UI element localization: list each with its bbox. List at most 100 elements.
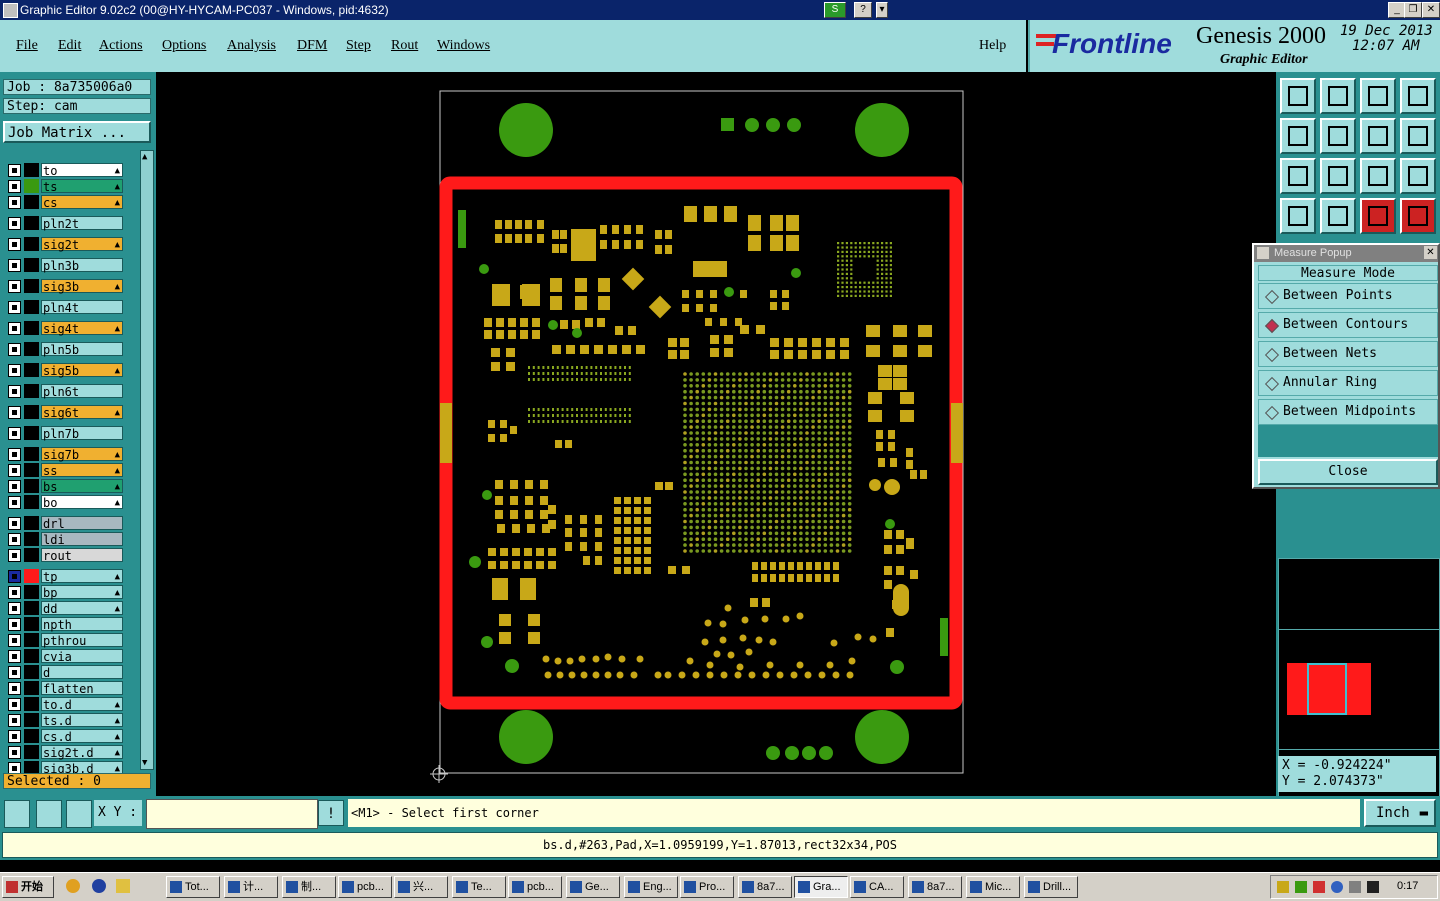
tray-pen-icon[interactable]	[1277, 881, 1289, 893]
measure-popup-titlebar[interactable]: Measure Popup ✕	[1254, 245, 1438, 262]
menu-edit[interactable]: Edit	[58, 38, 81, 54]
layer-name[interactable]: cs ▲	[41, 195, 123, 210]
layer-name[interactable]: d	[41, 665, 123, 680]
menu-actions[interactable]: Actions	[99, 38, 143, 54]
menu-options[interactable]: Options	[162, 38, 206, 54]
layer-row-pln2t[interactable]: pln2t	[8, 216, 124, 231]
layer-color-swatch[interactable]	[24, 548, 39, 562]
menu-step[interactable]: Step	[346, 38, 371, 54]
layer-row-pln7b[interactable]: pln7b	[8, 426, 124, 441]
tray-app-icon[interactable]	[1349, 881, 1361, 893]
layer-name[interactable]: sig5b ▲	[41, 363, 123, 378]
layer-row-cvia[interactable]: cvia	[8, 649, 124, 664]
layer-row-drl[interactable]: drl	[8, 516, 124, 531]
popup-close-icon[interactable]: ✕	[1424, 246, 1437, 259]
pan-right-icon[interactable]	[1320, 118, 1356, 154]
task-button[interactable]: CA...	[850, 876, 904, 898]
tray-network-icon[interactable]	[1313, 881, 1325, 893]
layer-name[interactable]: sig6t ▲	[41, 405, 123, 420]
layer-name[interactable]: ldi	[41, 532, 123, 547]
s-tray-icon[interactable]: S	[824, 2, 846, 18]
layer-color-swatch[interactable]	[24, 237, 39, 251]
layer-color-swatch[interactable]	[24, 216, 39, 230]
layer-color-swatch[interactable]	[24, 617, 39, 631]
layer-color-swatch[interactable]	[24, 665, 39, 679]
layer-checkbox[interactable]	[8, 618, 21, 631]
layer-name[interactable]: ts ▲	[41, 179, 123, 194]
start-button[interactable]: 开始	[2, 876, 54, 898]
scroll-down-icon[interactable]: ▼	[142, 758, 147, 768]
layer-row-to[interactable]: to ▲	[8, 163, 124, 178]
measure-close-button[interactable]: Close	[1258, 459, 1438, 485]
layer-name[interactable]: cs.d ▲	[41, 729, 123, 744]
layer-color-swatch[interactable]	[24, 279, 39, 293]
alert-icon[interactable]: !	[318, 800, 344, 826]
layer-name[interactable]: cvia	[41, 649, 123, 664]
layer-row-cs[interactable]: cs ▲	[8, 195, 124, 210]
task-button[interactable]: 8a7...	[908, 876, 962, 898]
layer-row-bo[interactable]: bo ▲	[8, 495, 124, 510]
layer-row-npth[interactable]: npth	[8, 617, 124, 632]
snap-icon[interactable]	[4, 800, 30, 828]
board-alt-icon[interactable]	[1400, 198, 1436, 234]
layer-name[interactable]: ts.d ▲	[41, 713, 123, 728]
layer-name[interactable]: flatten	[41, 681, 123, 696]
layer-row-pln5b[interactable]: pln5b	[8, 342, 124, 357]
task-button[interactable]: Gra...	[794, 876, 848, 898]
task-button[interactable]: 制...	[282, 876, 336, 898]
layer-row-bs[interactable]: bs ▲	[8, 479, 124, 494]
layer-color-swatch[interactable]	[24, 585, 39, 599]
layer-color-swatch[interactable]	[24, 300, 39, 314]
layer-row-sig4t[interactable]: sig4t ▲	[8, 321, 124, 336]
layer-color-swatch[interactable]	[24, 405, 39, 419]
tray-tool-icon[interactable]	[1295, 881, 1307, 893]
layer-checkbox[interactable]	[8, 682, 21, 695]
measure-option-between-contours[interactable]: Between Contours	[1258, 312, 1438, 338]
layer-color-swatch[interactable]	[24, 713, 39, 727]
fit-all-icon[interactable]	[1280, 158, 1316, 194]
layer-color-swatch[interactable]	[24, 447, 39, 461]
layer-name[interactable]: bs ▲	[41, 479, 123, 494]
task-button[interactable]: Tot...	[166, 876, 220, 898]
layer-checkbox[interactable]	[8, 517, 21, 530]
layer-name[interactable]: pthrou	[41, 633, 123, 648]
layer-row-d[interactable]: d	[8, 665, 124, 680]
menu-help[interactable]: Help	[979, 38, 1006, 54]
menu-analysis[interactable]: Analysis	[227, 38, 276, 54]
menu-rout[interactable]: Rout	[391, 38, 418, 54]
task-button[interactable]: Ge...	[566, 876, 620, 898]
layer-row-sig5b[interactable]: sig5b ▲	[8, 363, 124, 378]
layer-color-swatch[interactable]	[24, 601, 39, 615]
layer-color-swatch[interactable]	[24, 179, 39, 193]
layer-row-sig7b[interactable]: sig7b ▲	[8, 447, 124, 462]
layer-name[interactable]: dd ▲	[41, 601, 123, 616]
layer-row-sig6t[interactable]: sig6t ▲	[8, 405, 124, 420]
task-button[interactable]: 8a7...	[738, 876, 792, 898]
layer-checkbox[interactable]	[8, 570, 21, 583]
layer-color-swatch[interactable]	[24, 363, 39, 377]
zigzag-icon[interactable]	[1400, 118, 1436, 154]
layer-name[interactable]: drl	[41, 516, 123, 531]
layer-color-swatch[interactable]	[24, 463, 39, 477]
layer-row-flatten[interactable]: flatten	[8, 681, 124, 696]
layer-color-swatch[interactable]	[24, 516, 39, 530]
layer-checkbox[interactable]	[8, 480, 21, 493]
task-button[interactable]: 计...	[224, 876, 278, 898]
task-button[interactable]: 兴...	[394, 876, 448, 898]
layer-checkbox[interactable]	[8, 364, 21, 377]
layer-row-rout[interactable]: rout	[8, 548, 124, 563]
layer-name[interactable]: bp ▲	[41, 585, 123, 600]
layer-name[interactable]: pln6t	[41, 384, 123, 399]
layer-color-swatch[interactable]	[24, 495, 39, 509]
measure-option-between-points[interactable]: Between Points	[1258, 283, 1438, 309]
dropdown-arrow-icon[interactable]: ▾	[876, 2, 888, 18]
layer-color-swatch[interactable]	[24, 342, 39, 356]
task-button[interactable]: Pro...	[680, 876, 734, 898]
measure-option-between-midpoints[interactable]: Between Midpoints	[1258, 399, 1438, 425]
task-button[interactable]: pcb...	[508, 876, 562, 898]
layer-color-swatch[interactable]	[24, 681, 39, 695]
layer-checkbox[interactable]	[8, 730, 21, 743]
task-button[interactable]: Te...	[452, 876, 506, 898]
pcb-view[interactable]	[156, 72, 1276, 796]
split-view-icon[interactable]	[1400, 78, 1436, 114]
